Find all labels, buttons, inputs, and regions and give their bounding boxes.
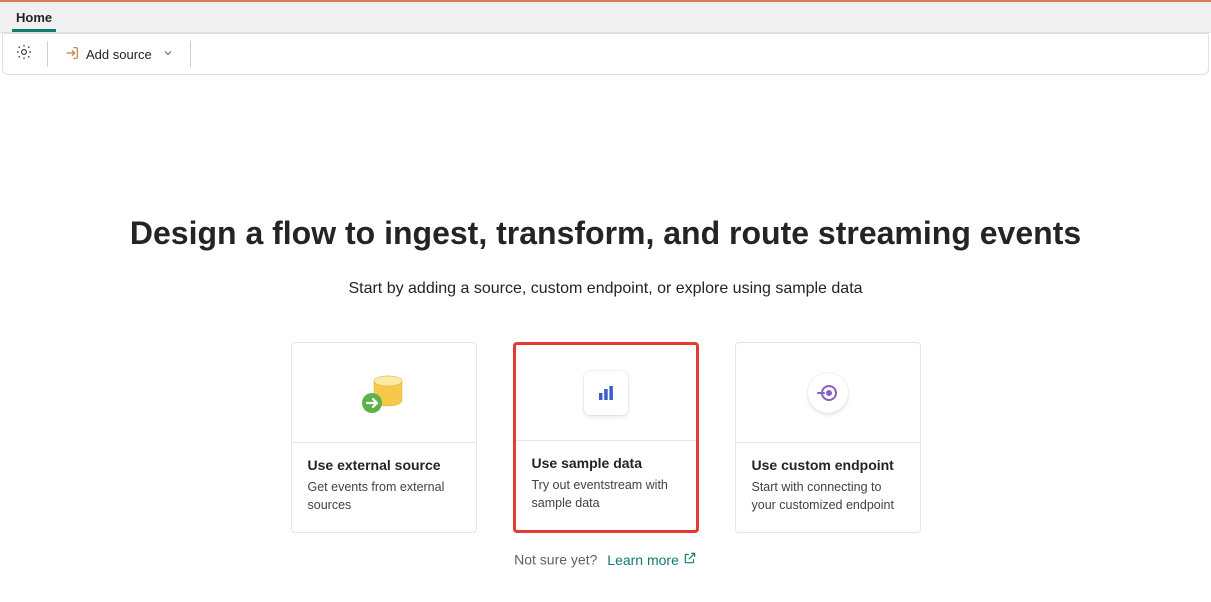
card-use-custom-endpoint[interactable]: Use custom endpoint Start with connectin…: [735, 342, 921, 533]
option-cards: Use external source Get events from exte…: [0, 342, 1211, 533]
tab-strip: Home: [0, 2, 1211, 32]
footer-prompt: Not sure yet?: [514, 552, 597, 568]
gear-icon: [15, 43, 33, 66]
ribbon: Home: [0, 2, 1211, 33]
card-desc: Start with connecting to your customized…: [752, 479, 904, 514]
learn-more-link[interactable]: Learn more: [607, 551, 697, 568]
database-arrow-icon: [358, 369, 410, 417]
chevron-down-icon: [162, 47, 174, 62]
learn-more-label: Learn more: [607, 552, 679, 568]
card-icon-area: [516, 345, 696, 441]
card-title: Use sample data: [532, 455, 680, 471]
bar-chart-icon: [584, 371, 628, 415]
card-body: Use external source Get events from exte…: [292, 443, 476, 532]
card-desc: Try out eventstream with sample data: [532, 477, 680, 512]
add-source-button[interactable]: Add source: [56, 41, 182, 68]
card-body: Use sample data Try out eventstream with…: [516, 441, 696, 530]
page-title: Design a flow to ingest, transform, and …: [0, 215, 1211, 252]
card-icon-area: [736, 343, 920, 443]
settings-button[interactable]: [9, 39, 39, 70]
card-icon-area: [292, 343, 476, 443]
main-content: Design a flow to ingest, transform, and …: [0, 75, 1211, 568]
card-body: Use custom endpoint Start with connectin…: [736, 443, 920, 532]
card-use-external-source[interactable]: Use external source Get events from exte…: [291, 342, 477, 533]
toolbar-separator: [47, 41, 48, 67]
card-title: Use custom endpoint: [752, 457, 904, 473]
toolbar: Add source: [2, 33, 1209, 75]
add-source-label: Add source: [86, 47, 152, 62]
page-subtitle: Start by adding a source, custom endpoin…: [0, 280, 1211, 298]
card-use-sample-data[interactable]: Use sample data Try out eventstream with…: [513, 342, 699, 533]
endpoint-icon: [808, 373, 848, 413]
card-title: Use external source: [308, 457, 460, 473]
card-desc: Get events from external sources: [308, 479, 460, 514]
tab-home[interactable]: Home: [12, 4, 56, 32]
add-source-icon: [64, 45, 80, 64]
external-link-icon: [683, 551, 697, 568]
footer-line: Not sure yet? Learn more: [0, 551, 1211, 568]
toolbar-separator: [190, 41, 191, 67]
